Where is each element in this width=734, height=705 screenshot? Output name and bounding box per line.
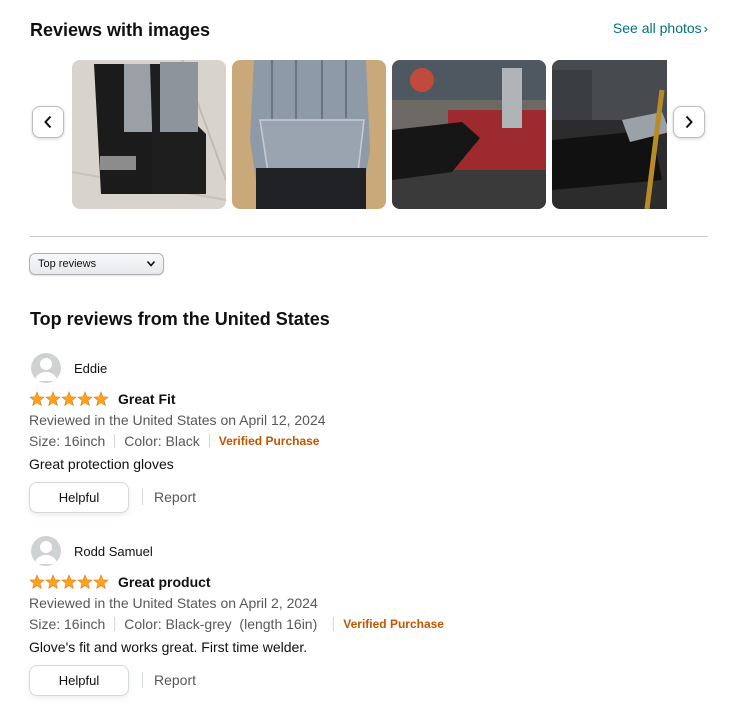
carousel-viewport — [72, 60, 667, 210]
chevron-down-icon — [146, 260, 156, 267]
chevron-right-icon — [685, 115, 693, 129]
action-separator — [142, 489, 143, 505]
chevron-right-small-icon: › — [703, 21, 708, 36]
default-avatar-icon — [35, 358, 57, 381]
helpful-button[interactable]: Helpful — [29, 482, 129, 513]
action-separator — [142, 672, 143, 688]
review-photo-2[interactable] — [232, 60, 386, 209]
verified-purchase-badge[interactable]: Verified Purchase — [219, 434, 320, 448]
meta-separator — [114, 434, 116, 448]
images-section-title: Reviews with images — [30, 20, 211, 40]
review-photo-4[interactable] — [552, 60, 667, 209]
sort-selected-label: Top reviews — [38, 258, 97, 270]
variant-size[interactable]: Size: 16inch — [29, 616, 105, 632]
review-item: Eddie Great Fit Reviewed in the United S… — [29, 353, 709, 523]
section-divider — [30, 236, 708, 237]
reviewer-name: Eddie — [74, 361, 108, 376]
review-images-carousel — [30, 58, 710, 212]
star-rating-icon[interactable] — [29, 574, 109, 590]
carousel-prev-button[interactable] — [32, 106, 64, 138]
reviews-heading: Top reviews from the United States — [30, 309, 330, 329]
review-body: Great protection gloves — [29, 456, 174, 472]
meta-separator — [114, 617, 116, 631]
review-variant-meta: Size: 16inch Color: Black Verified Purch… — [29, 433, 319, 449]
variant-color[interactable]: Color: Black-grey (length 16in) — [124, 616, 317, 632]
meta-separator — [333, 617, 335, 631]
avatar — [31, 536, 61, 566]
review-title[interactable]: Great Fit — [118, 391, 176, 407]
report-link[interactable]: Report — [154, 672, 196, 688]
review-photo-3[interactable] — [392, 60, 546, 209]
review-body: Glove's fit and works great. First time … — [29, 639, 308, 655]
review-photo-1[interactable] — [72, 60, 226, 209]
chevron-left-icon — [44, 115, 52, 129]
verified-purchase-badge[interactable]: Verified Purchase — [343, 617, 444, 631]
avatar — [31, 353, 61, 383]
review-date: Reviewed in the United States on April 2… — [29, 595, 318, 611]
see-all-photos-link[interactable]: See all photos › — [613, 20, 708, 36]
reviewer-name: Rodd Samuel — [74, 544, 153, 559]
variant-size[interactable]: Size: 16inch — [29, 433, 105, 449]
sort-reviews-select[interactable]: Top reviews — [29, 253, 164, 275]
see-all-photos-label: See all photos — [612, 20, 702, 36]
variant-color[interactable]: Color: Black — [124, 433, 199, 449]
review-title[interactable]: Great product — [118, 574, 211, 590]
meta-separator — [208, 434, 210, 448]
images-section-header: Reviews with images See all photos › — [30, 18, 710, 42]
review-date: Reviewed in the United States on April 1… — [29, 412, 326, 428]
carousel-next-button[interactable] — [673, 106, 705, 138]
report-link[interactable]: Report — [154, 489, 196, 505]
star-rating-icon[interactable] — [29, 391, 109, 407]
default-avatar-icon — [35, 541, 57, 564]
review-variant-meta: Size: 16inch Color: Black-grey (length 1… — [29, 616, 444, 632]
helpful-button[interactable]: Helpful — [29, 665, 129, 696]
review-item: Rodd Samuel Great product Reviewed in th… — [29, 536, 709, 705]
